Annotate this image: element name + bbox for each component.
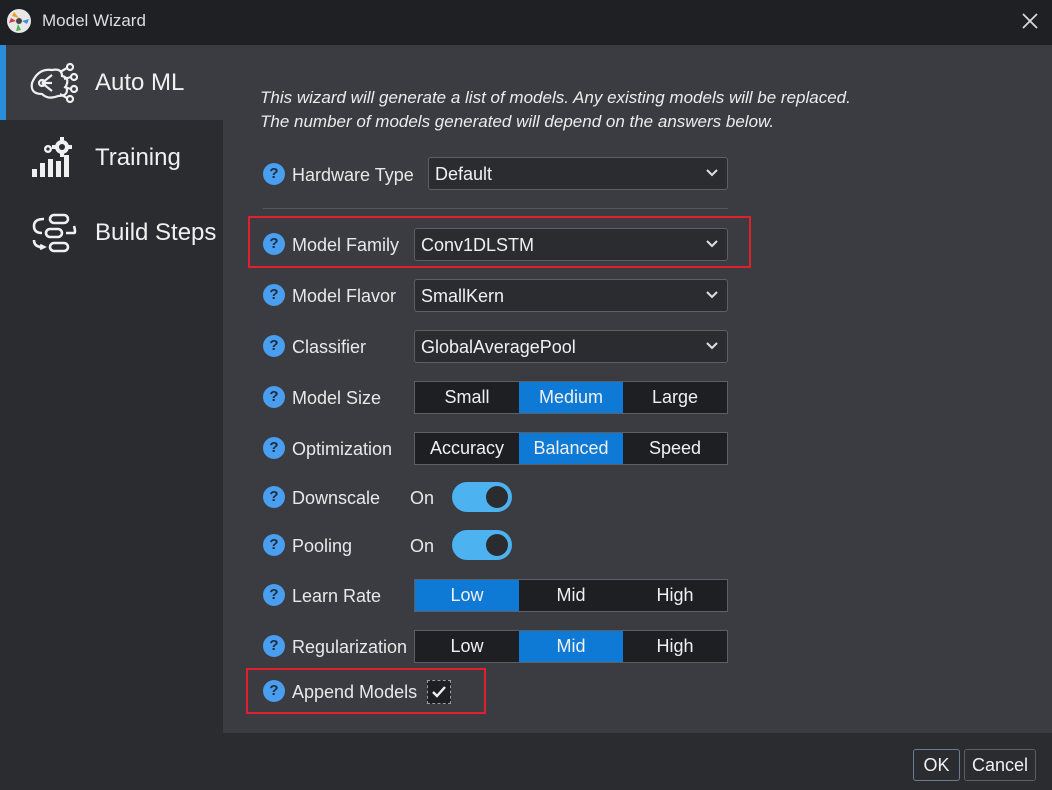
chevron-down-icon: [706, 169, 718, 177]
downscale-label: Downscale: [292, 488, 381, 508]
model-flavor-dropdown[interactable]: SmallKern: [414, 279, 728, 312]
dropdown-value: SmallKern: [421, 286, 505, 306]
intro-text: This wizard will generate a list of mode…: [260, 86, 960, 134]
classifier-dropdown[interactable]: GlobalAveragePool: [414, 330, 728, 363]
downscale-toggle[interactable]: [452, 482, 512, 512]
help-icon[interactable]: ?: [263, 335, 285, 357]
divider: [263, 208, 728, 209]
sidebar-item-label: Build Steps: [95, 219, 217, 246]
pipeline-steps-icon: [32, 213, 77, 253]
gear-chart-icon: [32, 137, 72, 177]
cancel-button[interactable]: Cancel: [964, 749, 1036, 781]
learn-rate-option[interactable]: Low: [415, 580, 519, 611]
optimization-option[interactable]: Accuracy: [415, 433, 519, 464]
help-icon[interactable]: ?: [263, 163, 285, 185]
model-flavor-label: Model Flavor: [292, 286, 397, 306]
help-icon[interactable]: ?: [263, 534, 285, 556]
learn-rate-segmented: Low Mid High: [414, 579, 728, 612]
chevron-down-icon: [706, 342, 718, 350]
dropdown-value: Default: [435, 164, 493, 184]
app-logo-icon: [7, 9, 31, 33]
help-icon[interactable]: ?: [263, 437, 285, 459]
learn-rate-option[interactable]: High: [623, 580, 727, 611]
help-icon[interactable]: ?: [263, 386, 285, 408]
dropdown-value: GlobalAveragePool: [421, 337, 576, 357]
regularization-label: Regularization: [292, 637, 408, 657]
close-icon[interactable]: [1015, 6, 1045, 36]
model-size-option[interactable]: Medium: [519, 382, 623, 413]
downscale-state: On: [410, 488, 435, 508]
help-icon[interactable]: ?: [263, 635, 285, 657]
sidebar-item-training[interactable]: Training: [0, 120, 223, 195]
intro-line-1: This wizard will generate a list of mode…: [260, 88, 851, 107]
chevron-down-icon: [706, 291, 718, 299]
hardware-type-dropdown[interactable]: Default: [428, 157, 728, 190]
pooling-toggle[interactable]: [452, 530, 512, 560]
optimization-label: Optimization: [292, 439, 393, 459]
regularization-option[interactable]: Low: [415, 631, 519, 662]
help-icon[interactable]: ?: [263, 486, 285, 508]
sidebar-item-label: Training: [95, 144, 181, 171]
sidebar-item-label: Auto ML: [95, 69, 185, 96]
pooling-label: Pooling: [292, 536, 353, 556]
model-size-segmented: Small Medium Large: [414, 381, 728, 414]
toggle-knob: [486, 534, 508, 556]
sidebar-item-auto-ml[interactable]: Auto ML: [0, 45, 223, 120]
help-icon[interactable]: ?: [263, 584, 285, 606]
hardware-type-label: Hardware Type: [292, 165, 414, 185]
title-bar: Model Wizard: [0, 0, 1052, 45]
optimization-segmented: Accuracy Balanced Speed: [414, 432, 728, 465]
sidebar-item-build-steps[interactable]: Build Steps: [0, 195, 223, 270]
learn-rate-label: Learn Rate: [292, 586, 382, 606]
pooling-state: On: [410, 536, 435, 556]
append-models-highlight: [246, 668, 486, 714]
model-size-label: Model Size: [292, 388, 382, 408]
regularization-option[interactable]: High: [623, 631, 727, 662]
sidebar: Auto ML Training Build Steps: [0, 45, 223, 735]
regularization-segmented: Low Mid High: [414, 630, 728, 663]
optimization-option[interactable]: Speed: [623, 433, 727, 464]
intro-line-2: The number of models generated will depe…: [260, 112, 775, 131]
optimization-option[interactable]: Balanced: [519, 433, 623, 464]
help-icon[interactable]: ?: [263, 284, 285, 306]
ok-button[interactable]: OK: [913, 749, 960, 781]
model-size-option[interactable]: Large: [623, 382, 727, 413]
model-size-option[interactable]: Small: [415, 382, 519, 413]
model-family-highlight: [248, 216, 751, 268]
classifier-label: Classifier: [292, 337, 367, 357]
toggle-knob: [486, 486, 508, 508]
window-title: Model Wizard: [42, 11, 146, 30]
network-nodes-icon: [30, 62, 78, 104]
regularization-option[interactable]: Mid: [519, 631, 623, 662]
learn-rate-option[interactable]: Mid: [519, 580, 623, 611]
